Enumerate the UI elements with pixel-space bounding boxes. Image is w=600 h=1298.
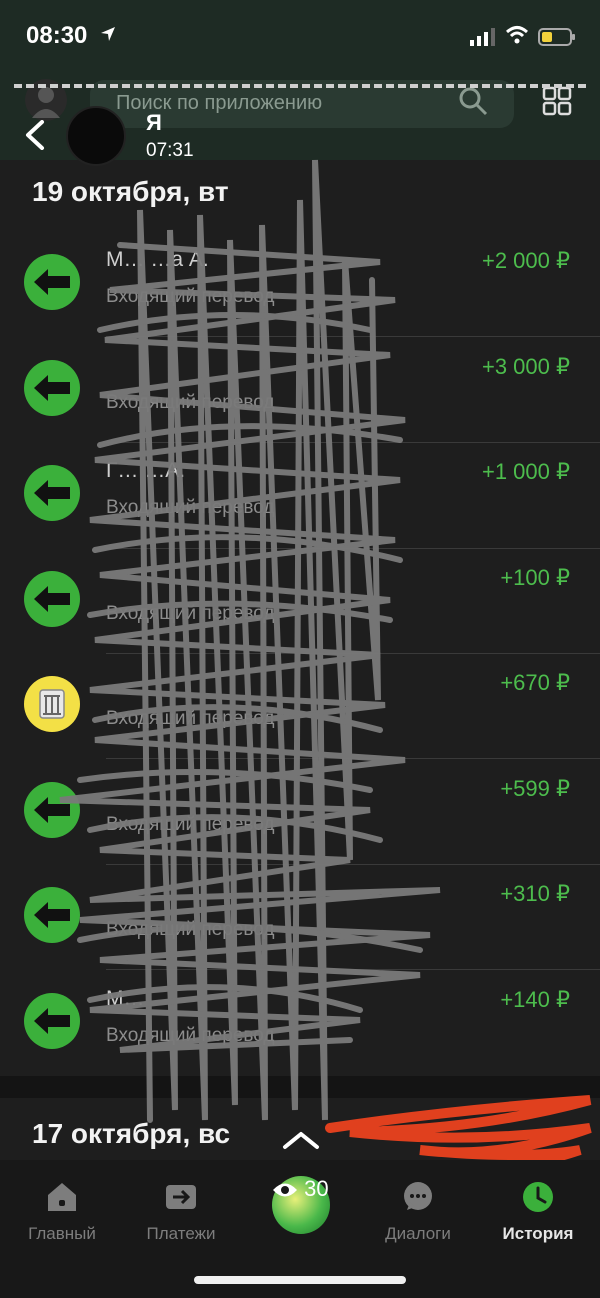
chat-icon [404, 1182, 432, 1210]
clock-icon [523, 1182, 553, 1212]
transaction-title: М… [106, 987, 145, 1010]
grid-icon[interactable] [542, 86, 572, 116]
divider [106, 653, 600, 654]
tab-label: Платежи [146, 1224, 216, 1243]
tab-dialogs[interactable]: Диалоги [358, 1180, 478, 1244]
search-icon[interactable] [458, 86, 488, 116]
transaction-amount: +140 ₽ [500, 987, 570, 1012]
transaction-row[interactable]: Г… …А. Входящий перевод +1 000 ₽ [0, 459, 600, 570]
transaction-subtitle: Входящий перевод [106, 814, 275, 835]
date-header: 19 октября, вт [32, 176, 229, 207]
transaction-subtitle: Входящий перевод [106, 497, 275, 518]
incoming-arrow-icon [24, 887, 80, 943]
transaction-title: Г… …А. [106, 459, 186, 482]
transaction-row[interactable]: Входящий перевод +100 ₽ [0, 565, 600, 676]
transaction-amount: +310 ₽ [500, 881, 570, 906]
incoming-arrow-icon [24, 360, 80, 416]
transaction-row[interactable]: Входящий перевод +310 ₽ [0, 881, 600, 992]
views-counter: 30 [272, 1176, 329, 1202]
incoming-arrow-icon [24, 782, 80, 838]
divider [106, 442, 600, 443]
divider [106, 969, 600, 970]
eye-icon [273, 1183, 297, 1197]
transaction-amount: +3 000 ₽ [481, 354, 570, 379]
signal-icon [470, 28, 495, 46]
incoming-arrow-icon [24, 254, 80, 310]
transaction-amount: +100 ₽ [500, 565, 570, 590]
transaction-amount: +599 ₽ [500, 776, 570, 801]
views-count: 30 [304, 1176, 329, 1201]
transaction-row[interactable]: Входящий перевод +3 000 ₽ [0, 354, 600, 465]
home-indicator[interactable] [194, 1276, 406, 1284]
transaction-row[interactable]: Входящий перевод +670 ₽ [0, 670, 600, 781]
transaction-amount: +2 000 ₽ [481, 248, 570, 273]
transaction-row[interactable]: М… …а А. Входящий перевод +2 000 ₽ [0, 248, 600, 359]
transaction-subtitle: Входящий перевод [106, 1025, 275, 1046]
incoming-arrow-icon [24, 465, 80, 521]
date-header: 17 октября, вс [32, 1118, 231, 1149]
transaction-amount: +1 000 ₽ [481, 459, 570, 484]
divider [106, 548, 600, 549]
tab-label: Диалоги [385, 1224, 451, 1243]
transaction-amount: +670 ₽ [500, 670, 570, 695]
wifi-icon [506, 26, 528, 44]
tab-payments[interactable]: Платежи [121, 1180, 241, 1244]
incoming-arrow-icon [24, 993, 80, 1049]
tab-label: История [502, 1224, 574, 1243]
location-arrow-icon [101, 27, 115, 41]
transaction-subtitle: Входящий перевод [106, 603, 275, 624]
divider [106, 336, 600, 337]
divider [106, 758, 600, 759]
payments-icon [166, 1185, 196, 1209]
transaction-subtitle: Входящий перевод [106, 392, 275, 413]
section-separator [0, 1076, 600, 1098]
chevron-up-icon[interactable] [282, 1130, 320, 1150]
status-time: 08:30 [26, 22, 88, 49]
tab-label: Главный [28, 1224, 96, 1243]
home-icon [48, 1183, 76, 1211]
transaction-title: М… …а А. [106, 248, 209, 271]
tab-history[interactable]: История [478, 1180, 598, 1244]
transaction-subtitle: Входящий перевод [106, 919, 275, 940]
transaction-subtitle: Входящий перевод [106, 286, 275, 307]
transaction-row[interactable]: Входящий перевод +599 ₽ [0, 776, 600, 887]
story-author-name: Я [146, 110, 162, 135]
tab-home[interactable]: Главный [2, 1180, 122, 1244]
battery-icon [538, 28, 575, 46]
story-avatar[interactable] [66, 106, 126, 166]
story-time: 07:31 [146, 140, 194, 161]
back-chevron-icon[interactable] [24, 120, 46, 150]
story-progress-bar [14, 84, 586, 88]
bank-logo-icon [24, 676, 80, 732]
incoming-arrow-icon [24, 571, 80, 627]
transaction-subtitle: Входящий перевод [106, 708, 275, 729]
divider [106, 864, 600, 865]
